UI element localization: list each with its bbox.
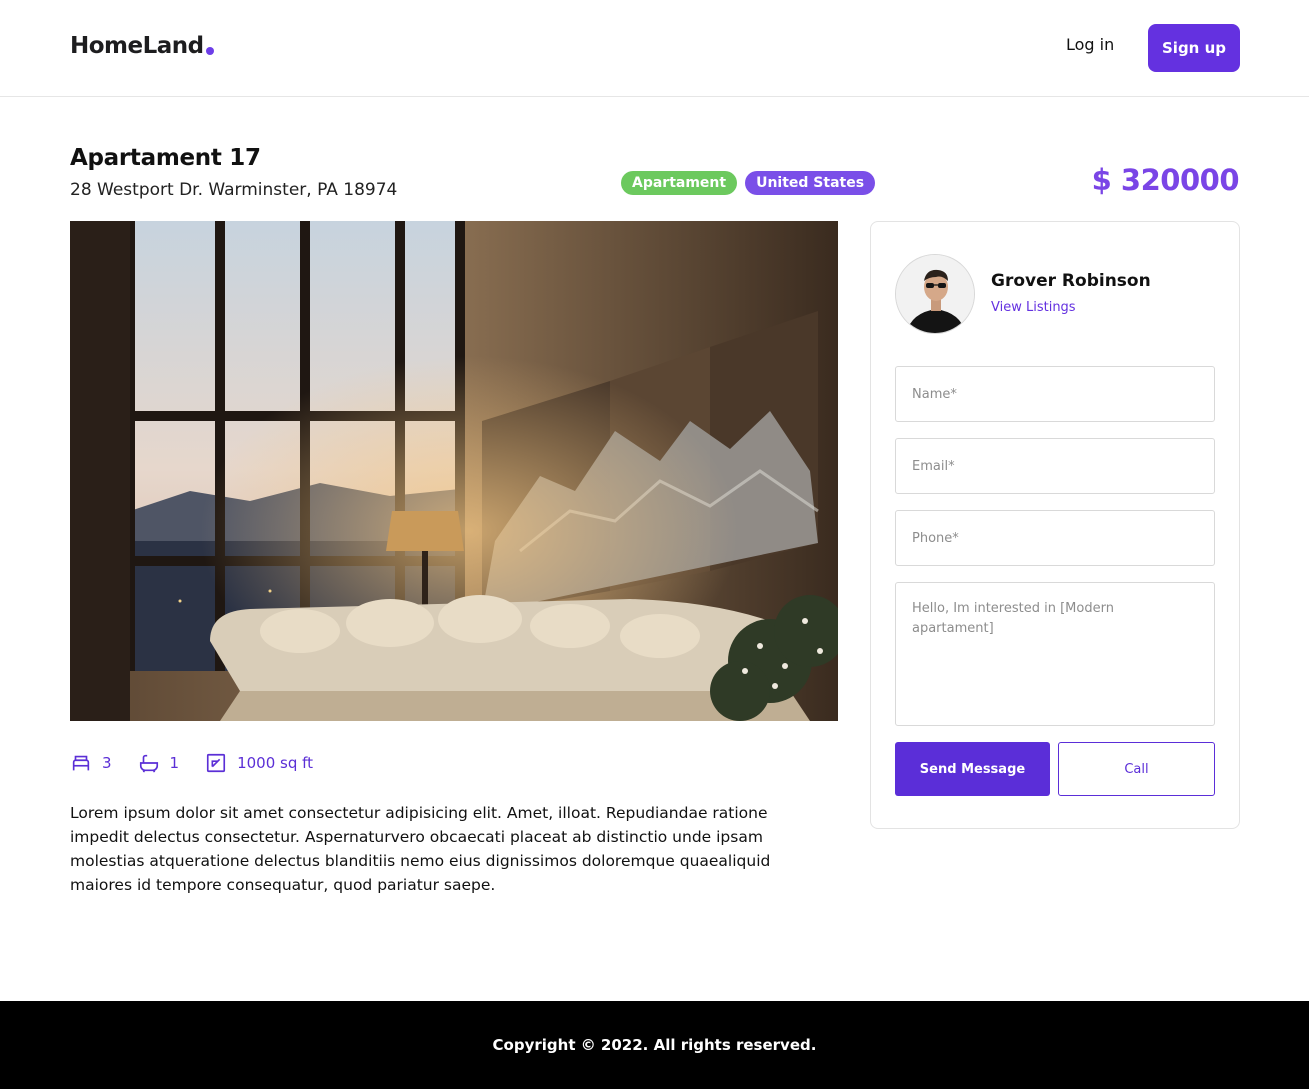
agent-name: Grover Robinson <box>991 271 1151 291</box>
site-header: HomeLand Log in Sign up <box>0 0 1309 97</box>
listing-title: Apartament 17 <box>70 145 261 171</box>
bedrooms-count: 3 <box>102 754 112 772</box>
logo-dot-icon <box>205 47 214 55</box>
logo-text: HomeLand <box>70 33 204 59</box>
area-icon <box>207 753 226 773</box>
listing-price: $ 320000 <box>1091 163 1240 197</box>
feature-area: 1000 sq ft <box>205 752 313 774</box>
agent-photo <box>896 255 974 333</box>
message-textarea[interactable] <box>895 582 1215 726</box>
listing-features: 3 1 1000 sq ft <box>70 752 339 774</box>
bathtub-icon <box>139 754 158 773</box>
feature-bedrooms: 3 <box>70 752 112 774</box>
site-logo[interactable]: HomeLand <box>70 33 214 59</box>
contact-card: Grover Robinson View Listings Send Messa… <box>870 221 1240 829</box>
copyright-text: Copyright © 2022. All rights reserved. <box>492 1036 817 1054</box>
agent-avatar <box>895 254 975 334</box>
send-message-button[interactable]: Send Message <box>895 742 1050 796</box>
login-link[interactable]: Log in <box>1066 35 1114 54</box>
bed-icon <box>72 755 90 771</box>
view-listings-link[interactable]: View Listings <box>991 300 1076 315</box>
signup-button[interactable]: Sign up <box>1148 24 1240 72</box>
listing-photo <box>70 221 838 721</box>
call-button[interactable]: Call <box>1058 742 1215 796</box>
listing-description: Lorem ipsum dolor sit amet consectetur a… <box>70 804 771 894</box>
email-input[interactable] <box>895 438 1215 494</box>
listing-tags: Apartament United States <box>621 171 876 195</box>
site-footer: Copyright © 2022. All rights reserved. <box>0 1001 1309 1089</box>
bathrooms-count: 1 <box>169 754 180 772</box>
tag-property-type: Apartament <box>621 171 738 195</box>
phone-input[interactable] <box>895 510 1215 566</box>
tag-country: United States <box>745 171 876 195</box>
listing-address: 28 Westport Dr. Warminster, PA 18974 <box>70 180 398 200</box>
name-input[interactable] <box>895 366 1215 422</box>
living-room-image <box>70 221 838 721</box>
area-value: 1000 sq ft <box>237 754 314 772</box>
feature-bathrooms: 1 <box>138 752 180 774</box>
